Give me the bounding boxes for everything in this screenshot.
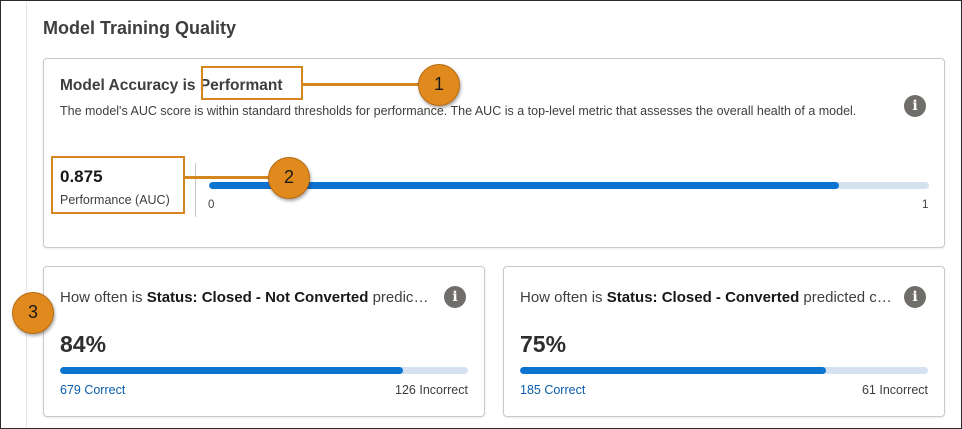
question-suffix: predicted correctly? <box>372 289 432 306</box>
callout-badge-2: 2 <box>268 157 310 199</box>
question-text: How often is Status: Closed - Converted … <box>520 289 892 306</box>
accuracy-progress-bar <box>60 367 468 374</box>
incorrect-count: 61 Incorrect <box>861 383 928 397</box>
info-icon[interactable]: i <box>444 286 466 308</box>
question-suffix: predicted correctly? <box>803 289 892 306</box>
section-title: Model Training Quality <box>43 18 237 38</box>
accuracy-progress-fill <box>520 367 826 374</box>
status-highlight-box <box>201 66 303 100</box>
correct-count-link[interactable]: 185 Correct <box>520 383 585 397</box>
auc-highlight-box <box>51 156 185 214</box>
callout-2-connector <box>185 176 269 179</box>
question-text: How often is Status: Closed - Not Conver… <box>60 289 432 306</box>
correct-count-link[interactable]: 679 Correct <box>60 383 125 397</box>
question-status: Status: Closed - Converted <box>606 289 800 306</box>
not-converted-card: How often is Status: Closed - Not Conver… <box>43 266 485 417</box>
info-icon[interactable]: i <box>904 95 926 117</box>
accuracy-progress-bar <box>520 367 928 374</box>
metric-divider <box>195 163 196 217</box>
incorrect-count: 126 Incorrect <box>395 383 468 397</box>
auc-progress-bar <box>209 182 929 189</box>
question-prefix: How often is <box>60 289 147 306</box>
accuracy-description: The model's AUC score is within standard… <box>60 104 857 118</box>
accuracy-percent: 75% <box>520 331 567 357</box>
accuracy-percent: 84% <box>60 331 107 357</box>
axis-max-label: 1 <box>922 199 929 211</box>
question-prefix: How often is <box>520 289 607 306</box>
question-status: Status: Closed - Not Converted <box>146 289 369 306</box>
accuracy-progress-fill <box>60 367 403 374</box>
axis-min-label: 0 <box>208 199 215 211</box>
model-accuracy-card: Model Accuracy is Performant The model's… <box>43 58 945 248</box>
callout-badge-1: 1 <box>418 64 460 106</box>
info-icon[interactable]: i <box>904 286 926 308</box>
callout-1-connector <box>303 83 419 86</box>
converted-card: How often is Status: Closed - Converted … <box>503 266 945 417</box>
callout-badge-3: 3 <box>12 292 54 334</box>
accuracy-title-prefix: Model Accuracy is <box>60 77 200 94</box>
